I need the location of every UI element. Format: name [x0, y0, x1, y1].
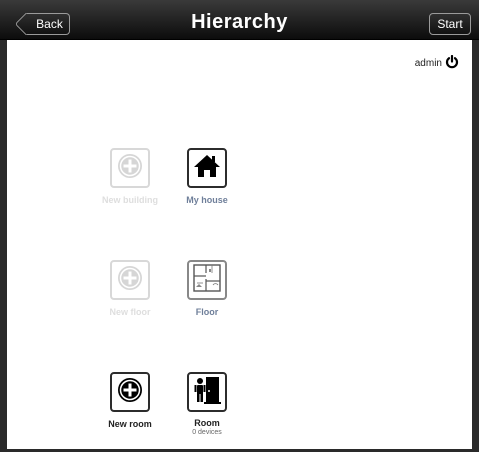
add-circle-icon [117, 265, 143, 296]
start-button[interactable]: Start [429, 13, 471, 35]
power-icon[interactable] [445, 54, 459, 72]
add-circle-icon [117, 377, 143, 408]
new-floor-tile[interactable]: New floor [90, 260, 170, 317]
tile-label: My house [186, 195, 228, 205]
tile-label: Room [194, 418, 220, 428]
house-icon [193, 153, 221, 184]
device-count: 0 devices [192, 429, 222, 436]
new-building-tile[interactable]: New building [90, 148, 170, 205]
floor-plan-icon [192, 263, 222, 298]
tile-label: New room [108, 419, 152, 429]
tile-label: Floor [195, 307, 219, 317]
new-room-tile[interactable]: New room [90, 372, 170, 429]
tile-label: New floor [109, 307, 151, 317]
add-circle-icon [117, 153, 143, 184]
page-title: Hierarchy [191, 11, 288, 33]
navigation-bar: Back Hierarchy Start [0, 0, 479, 40]
username: admin [414, 58, 442, 69]
door-person-icon [193, 375, 221, 410]
user-area: admin [414, 54, 459, 72]
tile-label: New building [102, 195, 158, 205]
my-house-tile[interactable]: My house [167, 148, 247, 205]
room-tile[interactable]: Room 0 devices [167, 372, 247, 436]
floor-tile[interactable]: Floor [167, 260, 247, 317]
